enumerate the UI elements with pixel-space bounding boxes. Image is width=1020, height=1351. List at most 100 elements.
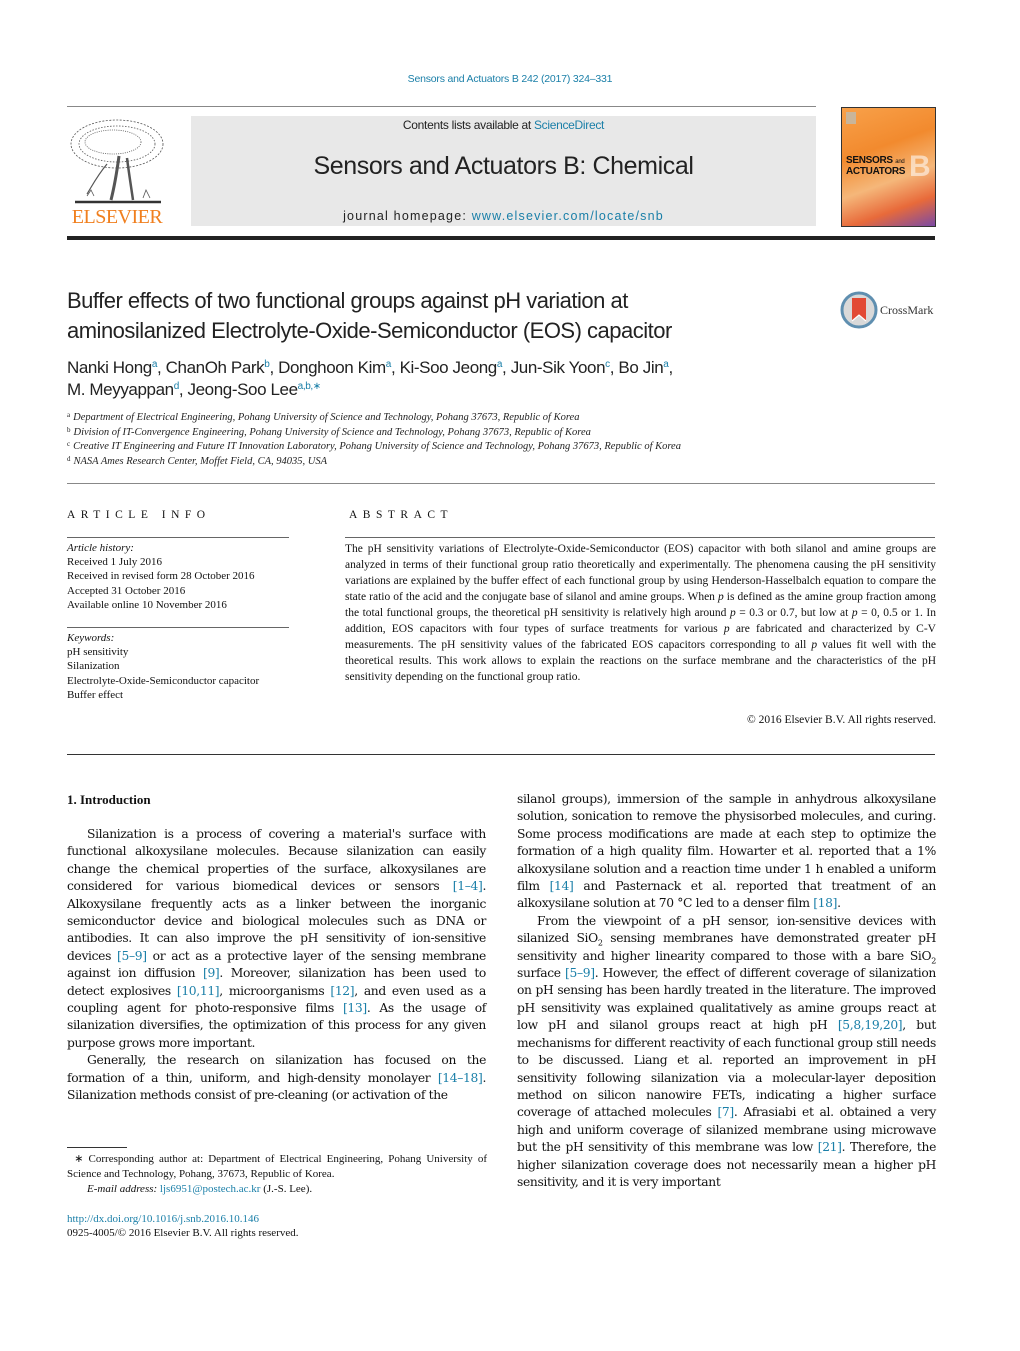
divider bbox=[67, 537, 289, 538]
divider bbox=[67, 483, 935, 484]
citation-link[interactable]: [14] bbox=[550, 879, 574, 893]
citation-link[interactable]: [13] bbox=[343, 1001, 367, 1015]
journal-homepage-link[interactable]: www.elsevier.com/locate/snb bbox=[472, 209, 664, 223]
history-label: Article history: bbox=[67, 542, 134, 554]
contents-line: Contents lists available at ScienceDirec… bbox=[191, 118, 816, 132]
author-name: Ki-Soo Jeong bbox=[399, 358, 498, 377]
body-text: and Pasternack et al. reported that trea… bbox=[517, 879, 936, 911]
article-info-heading: ARTICLE INFO bbox=[67, 509, 211, 521]
title-line-2: aminosilanized Electrolyte-Oxide-Semicon… bbox=[67, 318, 672, 343]
separator: , bbox=[269, 358, 279, 377]
keyword: Buffer effect bbox=[67, 688, 124, 701]
author-name: Bo Jin bbox=[618, 358, 664, 377]
affiliation-text: Creative IT Engineering and Future IT In… bbox=[73, 441, 681, 452]
citation-link[interactable]: [21] bbox=[818, 1140, 842, 1154]
affiliation-item: a Department of Electrical Engineering, P… bbox=[67, 411, 937, 426]
paragraph: silanol groups), immersion of the sample… bbox=[517, 791, 936, 913]
author[interactable]: Donghoon Kima bbox=[278, 358, 391, 377]
journal-cover-image: B SENSORS and ACTUATORS bbox=[841, 107, 936, 227]
keyword: pH sensitivity bbox=[67, 646, 129, 659]
affiliation-list: a Department of Electrical Engineering, P… bbox=[67, 411, 937, 469]
contents-prefix: Contents lists available at bbox=[402, 118, 534, 132]
citation-link[interactable]: [10,11] bbox=[177, 984, 220, 998]
separator: , bbox=[668, 358, 673, 377]
homepage-line: journal homepage: www.elsevier.com/locat… bbox=[191, 209, 816, 223]
keyword: Electrolyte-Oxide-Semiconductor capacito… bbox=[67, 674, 260, 687]
citation-link[interactable]: [12] bbox=[330, 984, 354, 998]
paragraph: From the viewpoint of a pH sensor, ion-s… bbox=[517, 913, 936, 1192]
citation-link[interactable]: [1–4] bbox=[453, 879, 483, 893]
body-text: Generally, the research on silanization … bbox=[67, 1053, 486, 1085]
affiliation-marker[interactable]: a,b,∗ bbox=[298, 381, 321, 392]
citation-link[interactable]: [5,8,19,20] bbox=[838, 1018, 903, 1032]
author[interactable]: Ki-Soo Jeonga bbox=[399, 358, 503, 377]
corresponding-author-note: ∗ Corresponding author at: Department of… bbox=[67, 1152, 487, 1182]
footnote-text: Corresponding author at: Department of E… bbox=[67, 1153, 488, 1180]
body-text: Silanization is a process of covering a … bbox=[67, 827, 486, 894]
body-column-left: Silanization is a process of covering a … bbox=[67, 826, 486, 1105]
divider bbox=[345, 537, 935, 538]
issn-copyright: 0925-4005/© 2016 Elsevier B.V. All right… bbox=[67, 1227, 299, 1239]
journal-reference-link[interactable]: Sensors and Actuators B 242 (2017) 324–3… bbox=[0, 73, 1020, 85]
doi-link[interactable]: http://dx.doi.org/10.1016/j.snb.2016.10.… bbox=[67, 1212, 259, 1227]
citation-link[interactable]: [5–9] bbox=[117, 949, 147, 963]
history-item: Accepted 31 October 2016 bbox=[67, 584, 186, 597]
author[interactable]: ChanOh Parkb bbox=[166, 358, 270, 377]
author[interactable]: Jeong-Soo Leea,b,∗ bbox=[188, 380, 322, 399]
crossmark-label[interactable]: CrossMark bbox=[880, 303, 933, 318]
citation-link[interactable]: [9] bbox=[203, 966, 220, 980]
cover-publisher-icon bbox=[846, 112, 856, 124]
affiliation-label: d bbox=[67, 454, 71, 463]
separator: , bbox=[502, 358, 511, 377]
abstract-heading: ABSTRACT bbox=[349, 509, 454, 521]
citation-link[interactable]: [5–9] bbox=[565, 966, 595, 980]
affiliation-item: d NASA Ames Research Center, Moffet Field… bbox=[67, 455, 937, 470]
cover-word-sensors: SENSORS bbox=[846, 155, 893, 166]
sciencedirect-link[interactable]: ScienceDirect bbox=[534, 118, 604, 132]
subscript: 2 bbox=[931, 956, 936, 966]
homepage-prefix: journal homepage: bbox=[343, 209, 472, 223]
author-name: ChanOh Park bbox=[165, 358, 265, 377]
body-text: , microorganisms bbox=[219, 983, 331, 998]
affiliation-label: a bbox=[67, 411, 71, 419]
email-label: E-mail address: bbox=[87, 1183, 158, 1195]
elsevier-wordmark: ELSEVIER bbox=[71, 206, 163, 228]
cover-word-and: and bbox=[895, 159, 905, 165]
author[interactable]: Bo Jina bbox=[618, 358, 668, 377]
body-text: surface bbox=[517, 966, 566, 981]
footnote: ∗ Corresponding author at: Department of… bbox=[67, 1152, 487, 1197]
footnote-divider bbox=[67, 1147, 127, 1148]
paragraph: Generally, the research on silanization … bbox=[67, 1052, 486, 1104]
author-name: Jun-Sik Yoon bbox=[510, 358, 606, 377]
author-name: Nanki Hong bbox=[67, 358, 152, 377]
abstract-copyright: © 2016 Elsevier B.V. All rights reserved… bbox=[747, 714, 936, 726]
separator: , bbox=[390, 358, 400, 377]
cover-title-line2: ACTUATORS bbox=[846, 166, 906, 177]
history-item: Received 1 July 2016 bbox=[67, 556, 163, 569]
header-divider bbox=[67, 236, 935, 240]
email-line: E-mail address: ljs6951@postech.ac.kr (J… bbox=[67, 1182, 487, 1197]
citation-link[interactable]: [14–18] bbox=[438, 1071, 483, 1085]
citation-link[interactable]: [18] bbox=[813, 896, 837, 910]
affiliation-item: c Creative IT Engineering and Future IT I… bbox=[67, 440, 937, 455]
keyword-list: Keywords: pH sensitivity Silanization El… bbox=[67, 631, 292, 702]
section-heading: 1. Introduction bbox=[67, 792, 151, 807]
body-column-right: silanol groups), immersion of the sample… bbox=[517, 791, 936, 1191]
author[interactable]: Nanki Honga bbox=[67, 358, 157, 377]
email-link[interactable]: ljs6951@postech.ac.kr bbox=[160, 1183, 261, 1195]
citation-link[interactable]: [7] bbox=[717, 1105, 734, 1119]
corresponding-author-star-icon[interactable]: ∗ bbox=[313, 381, 321, 392]
article-title: Buffer effects of two functional groups … bbox=[67, 286, 807, 346]
author[interactable]: M. Meyyappand bbox=[67, 380, 179, 399]
divider bbox=[67, 627, 289, 628]
affiliation-text: Department of Electrical Engineering, Po… bbox=[73, 412, 580, 423]
title-line-1: Buffer effects of two functional groups … bbox=[67, 288, 628, 313]
author-list: Nanki Honga, ChanOh Parkb, Donghoon Kima… bbox=[67, 357, 827, 401]
history-item: Received in revised form 28 October 2016 bbox=[67, 570, 255, 583]
keyword: Silanization bbox=[67, 660, 120, 673]
author[interactable]: Jun-Sik Yoonc bbox=[511, 358, 610, 377]
divider bbox=[67, 754, 935, 755]
abstract-body: The pH sensitivity variations of Electro… bbox=[345, 541, 936, 685]
separator: , bbox=[157, 358, 166, 377]
keywords-label: Keywords: bbox=[67, 632, 115, 644]
